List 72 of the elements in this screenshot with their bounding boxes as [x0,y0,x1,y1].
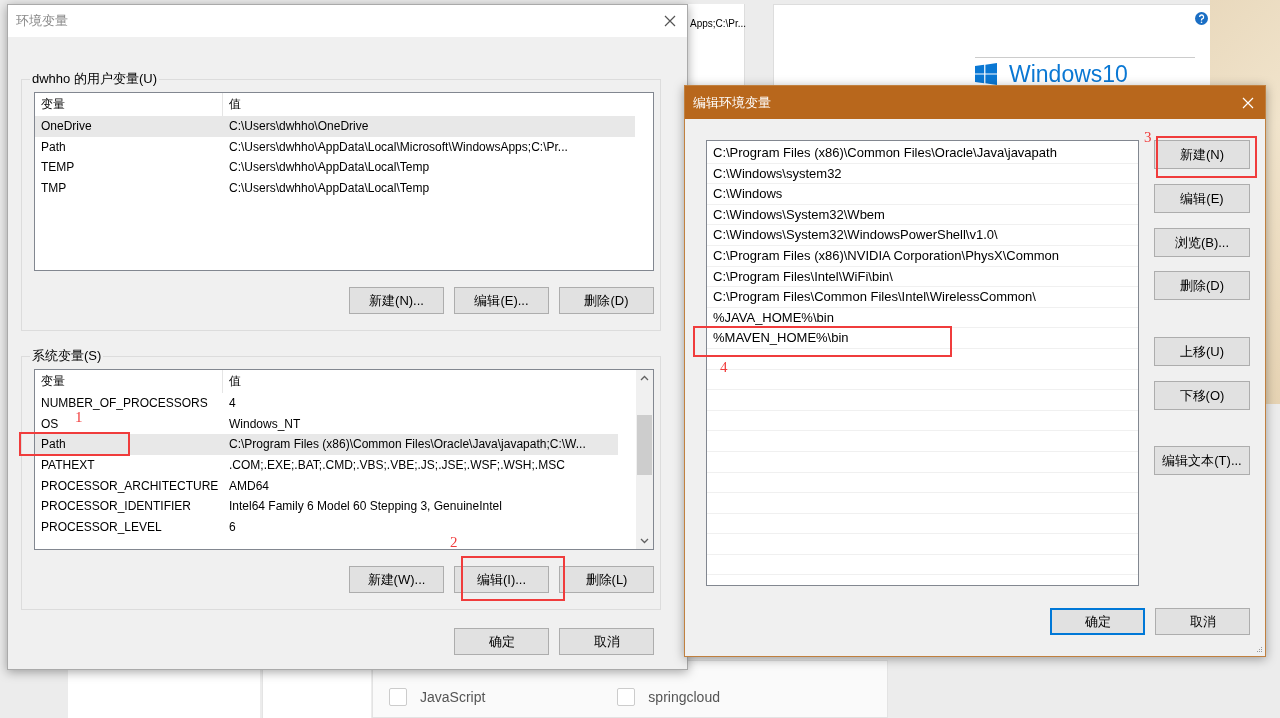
table-cell[interactable]: .COM;.EXE;.BAT;.CMD;.VBS;.VBE;.JS;.JSE;.WSF;.WSH;.MSC [229,458,565,473]
close-icon[interactable] [664,15,676,27]
group-label: dwhho 的用户变量(U) [31,70,158,88]
dialog-button[interactable]: 新建(N)... [349,287,444,314]
resize-grip-icon [1255,646,1263,654]
table-cell[interactable]: C:\Users\dwhho\OneDrive [229,119,369,134]
dialog-button[interactable]: 删除(D) [1154,271,1250,300]
table-cell[interactable]: PROCESSOR_IDENTIFIER [41,499,192,514]
list-item[interactable]: C:\Program Files (x86)\Common Files\Oracle\Java\javapath [707,143,1138,164]
dialog-button[interactable]: 上移(U) [1154,337,1250,366]
scrollbar[interactable] [636,370,653,549]
dialog-button[interactable]: 删除(L) [559,566,654,593]
truncated-text: Apps;C:\Pr... [689,17,744,29]
checkbox-label: springcloud [648,689,720,705]
window-title: 环境变量 [16,12,68,30]
column-header[interactable]: 变量 [35,93,222,116]
windows-logo-icon [975,63,997,85]
table-cell[interactable]: Path [41,139,66,154]
dialog-button[interactable]: 新建(W)... [349,566,444,593]
dialog-button[interactable]: 取消 [559,628,654,655]
table-cell[interactable]: TMP [41,181,67,196]
logo-text: Windows10 [1009,63,1128,86]
checkbox[interactable] [389,688,407,706]
dialog-button[interactable]: 新建(N) [1154,140,1250,169]
dialog-button[interactable]: 编辑(I)... [454,566,549,593]
annotation-number: 4 [720,360,728,375]
table-cell[interactable]: OS [41,416,59,431]
list-item[interactable]: C:\Program Files\Intel\WiFi\bin\ [707,266,1138,288]
table-cell[interactable]: AMD64 [229,478,269,493]
column-header[interactable]: 变量 [35,370,222,393]
annotation-number: 3 [1144,130,1152,145]
table-cell[interactable]: NUMBER_OF_PROCESSORS [41,396,208,411]
table-cell[interactable]: PROCESSOR_LEVEL [41,519,162,534]
table-cell[interactable]: C:\Users\dwhho\AppData\Local\Temp [229,181,430,196]
dialog-button[interactable]: 编辑文本(T)... [1154,446,1250,475]
table-cell[interactable]: Windows_NT [229,416,301,431]
table-cell[interactable]: PATHEXT [41,458,95,473]
checkbox[interactable] [617,688,636,706]
table-cell[interactable]: 6 [229,519,236,534]
group-label: 系统变量(S) [31,347,103,365]
list-item[interactable]: C:\Windows [707,184,1138,205]
dialog-button[interactable]: 浏览(B)... [1154,228,1250,257]
list-item[interactable]: C:\Program Files (x86)\NVIDIA Corporation\PhysX\Common [707,245,1138,267]
list-item[interactable]: C:\Program Files\Common Files\Intel\WirelessCommon\ [707,287,1138,308]
list-item[interactable]: C:\Windows\System32\Wbem [707,204,1138,226]
table-cell[interactable]: C:\Users\dwhho\AppData\Local\Microsoft\WindowsApps;C:\Pr... [229,139,568,154]
window-title: 编辑环境变量 [693,93,771,112]
dialog-button[interactable]: 编辑(E) [1154,184,1250,213]
list-item[interactable]: C:\Windows\system32 [707,163,1138,185]
table-cell[interactable]: C:\Users\dwhho\AppData\Local\Temp [229,160,430,175]
table-cell[interactable]: TEMP [41,160,75,175]
table-cell[interactable]: Intel64 Family 6 Model 60 Stepping 3, GenuineIntel [229,499,502,514]
column-header[interactable]: 值 [222,370,618,393]
table-cell[interactable]: C:\Program Files (x86)\Common Files\Oracle\Java\javapath;C:\W... [229,437,586,452]
table-cell[interactable]: OneDrive [41,119,92,134]
dialog-button[interactable]: 取消 [1155,608,1250,635]
dialog-button[interactable]: 下移(O) [1154,381,1250,410]
dialog-button[interactable]: 删除(D) [559,287,654,314]
list-item[interactable]: %MAVEN_HOME%\bin [707,328,1138,349]
dialog-button[interactable]: 编辑(E)... [454,287,549,314]
table-cell[interactable]: 4 [229,396,236,411]
dialog-button[interactable]: 确定 [454,628,549,655]
list-item[interactable]: %JAVA_HOME%\bin [707,307,1138,329]
scroll-thumb[interactable] [637,415,652,475]
checkbox-label: JavaScript [420,689,486,705]
dialog-button[interactable]: 确定 [1050,608,1145,635]
annotation-number: 2 [450,535,458,550]
help-icon [1195,12,1208,25]
table-cell[interactable]: PROCESSOR_ARCHITECTURE [41,478,219,493]
annotation-number: 1 [75,410,83,425]
table-cell[interactable]: Path [41,437,66,452]
list-item[interactable]: C:\Windows\System32\WindowsPowerShell\v1.0\ [707,225,1138,246]
